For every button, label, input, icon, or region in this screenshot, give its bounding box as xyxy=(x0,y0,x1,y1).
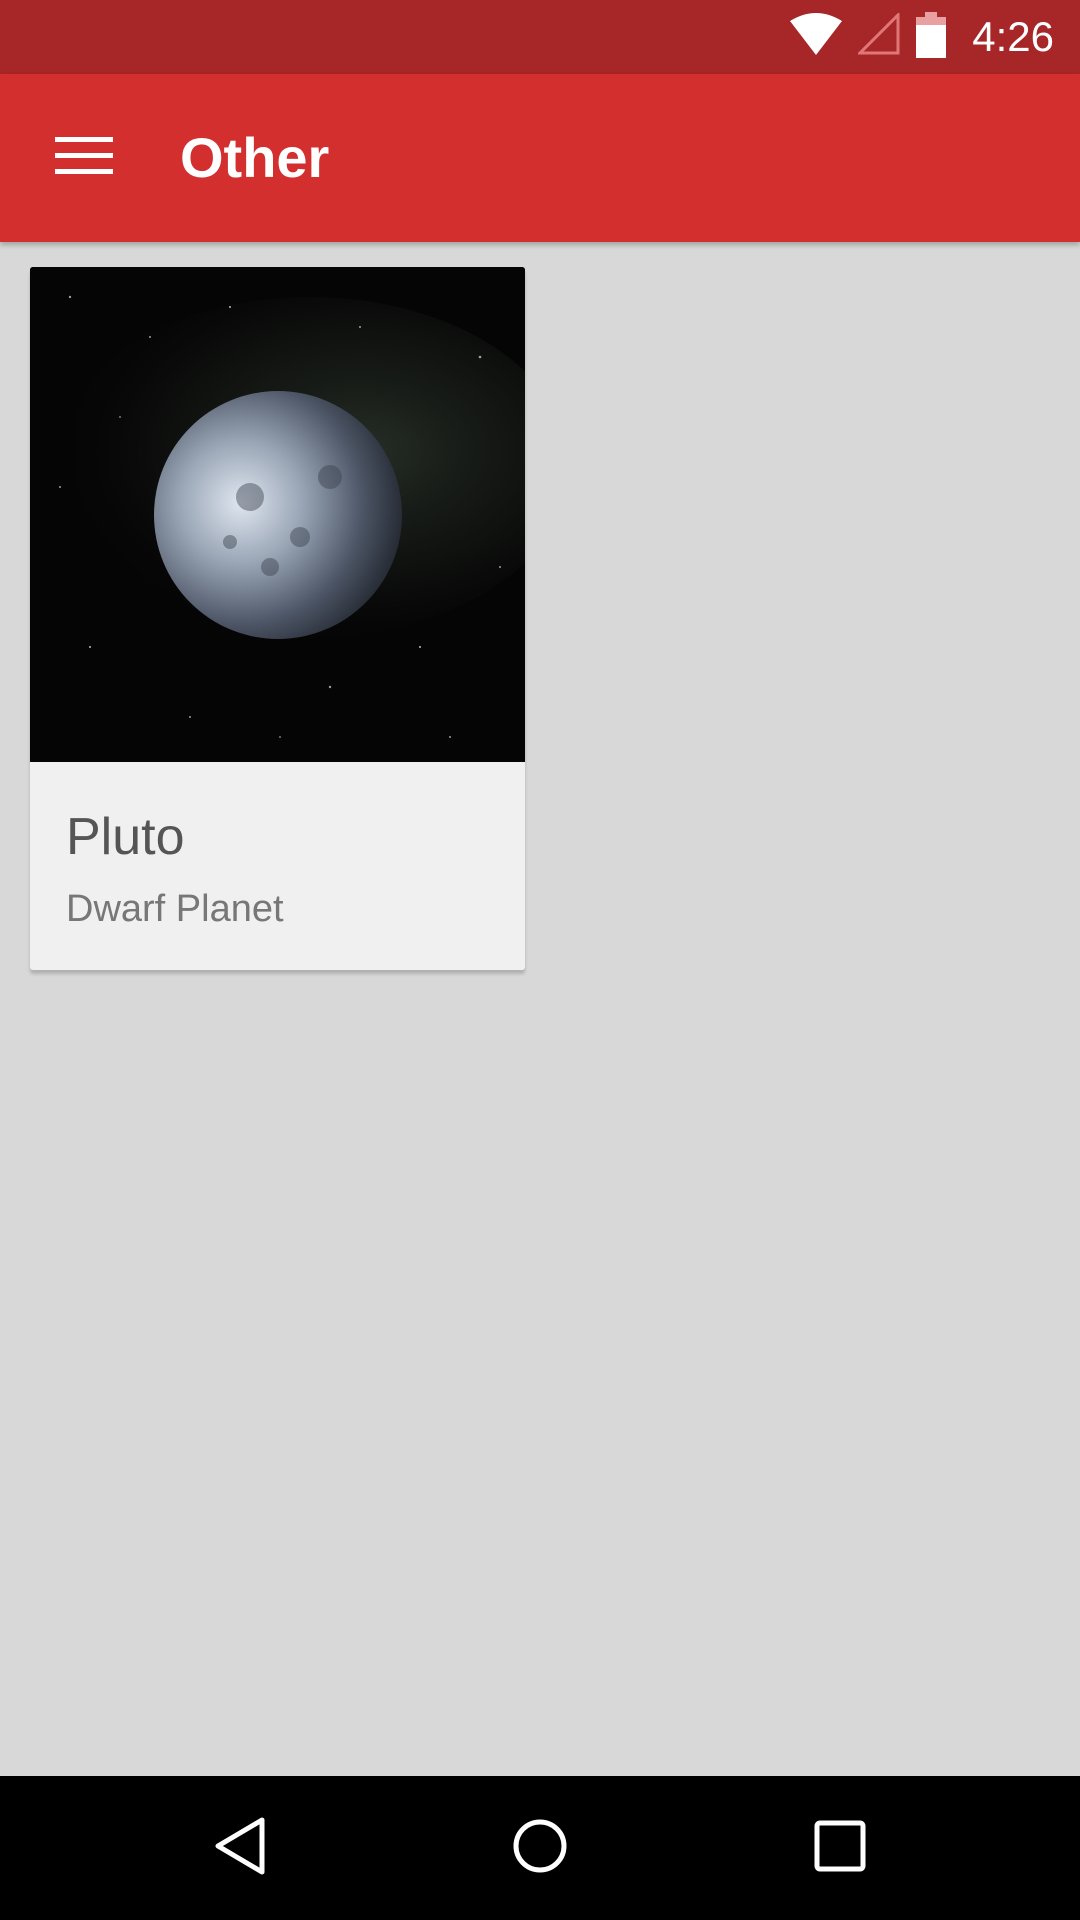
recents-button[interactable] xyxy=(780,1798,900,1898)
recents-icon xyxy=(812,1818,868,1879)
page-title: Other xyxy=(180,126,330,189)
cellular-signal-icon xyxy=(856,10,902,62)
home-button[interactable] xyxy=(480,1798,600,1898)
hamburger-menu-icon xyxy=(55,135,113,182)
wifi-icon xyxy=(788,12,844,62)
status-time: 4:26 xyxy=(972,13,1054,60)
battery-icon xyxy=(916,11,947,63)
status-icons: 4:26 xyxy=(788,0,1054,74)
status-bar: 4:26 xyxy=(0,0,1080,74)
planet-card[interactable]: Pluto Dwarf Planet xyxy=(30,267,525,970)
menu-button[interactable] xyxy=(40,118,128,198)
home-icon xyxy=(510,1816,570,1881)
card-subtitle: Dwarf Planet xyxy=(66,888,284,930)
back-button[interactable] xyxy=(180,1798,300,1898)
navigation-bar xyxy=(0,1776,1080,1920)
pluto-image xyxy=(30,267,525,762)
card-title: Pluto xyxy=(66,808,185,866)
app-bar: Other xyxy=(0,74,1080,242)
back-icon xyxy=(212,1816,268,1881)
